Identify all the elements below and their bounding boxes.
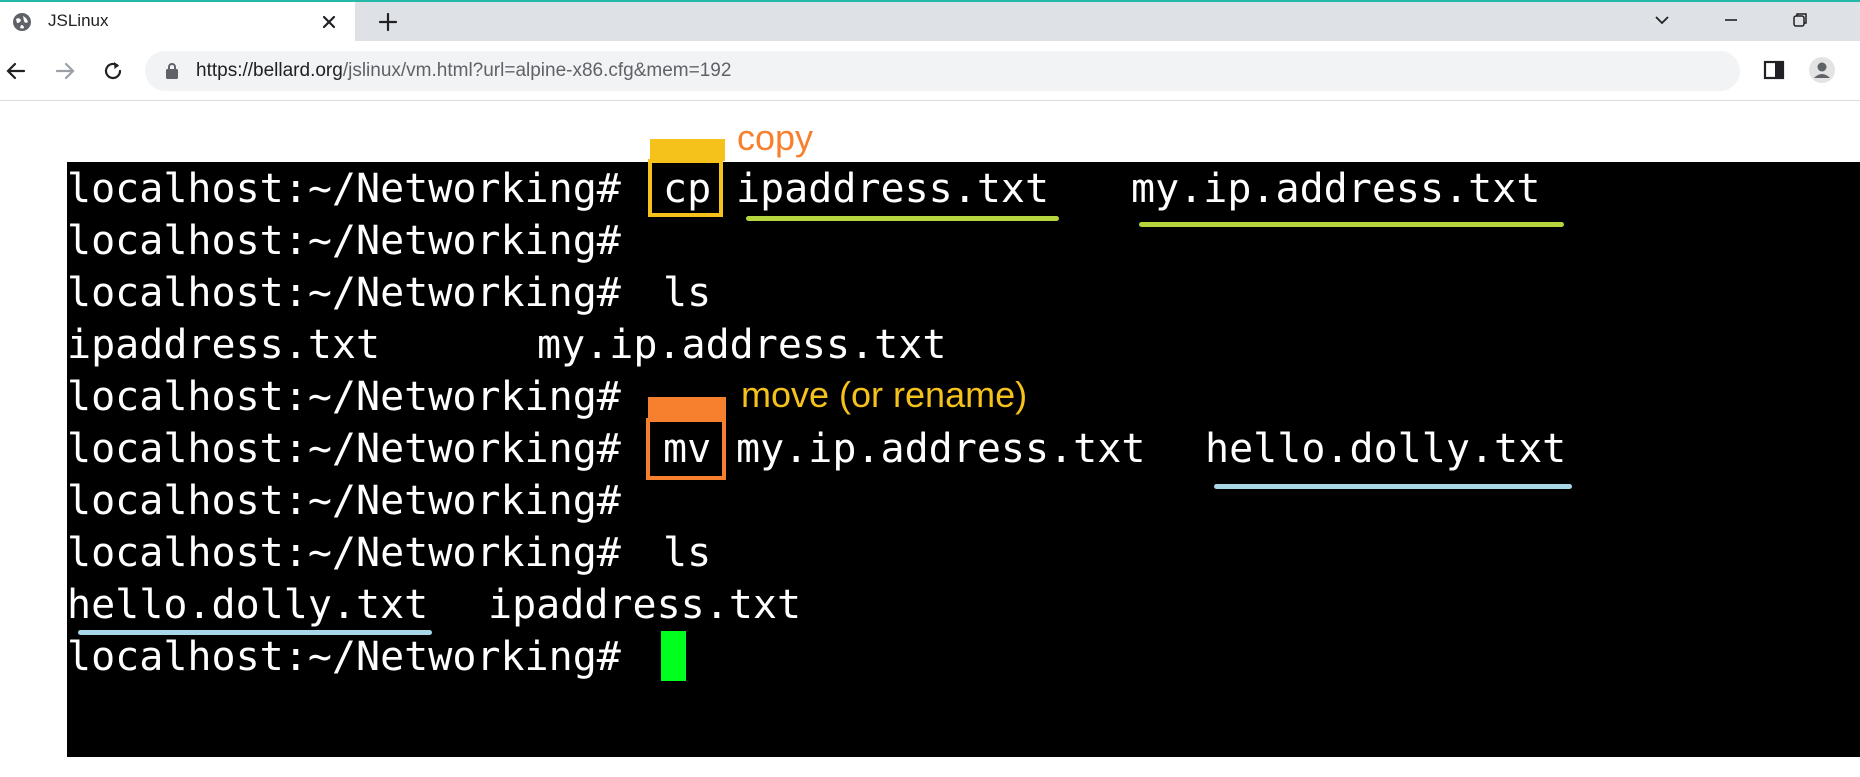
terminal-line: ipaddress.txt my.ip.address.txt xyxy=(67,321,946,369)
cp-dest-underline xyxy=(1139,222,1564,227)
terminal-line: hello.dolly.txt ipaddress.txt xyxy=(67,581,801,629)
prompt: localhost:~/Networking# xyxy=(67,166,621,212)
terminal-line: localhost:~/Networking# mv my.ip.address… xyxy=(67,425,1566,473)
copy-annotation: copy xyxy=(737,117,814,158)
restore-icon[interactable] xyxy=(1789,9,1811,31)
url-host: https://bellard.org xyxy=(196,60,343,81)
tab-strip: JSLinux xyxy=(0,0,1860,43)
mv-dest-file: hello.dolly.txt xyxy=(1205,426,1567,472)
ls-output-file: ipaddress.txt xyxy=(67,322,381,368)
cp-label-tab xyxy=(650,139,725,161)
prompt: localhost:~/Networking# xyxy=(67,478,621,524)
cp-source-underline xyxy=(746,216,1059,221)
url-text: https://bellard.org/jslinux/vm.html?url=… xyxy=(196,60,731,82)
tab-jslinux[interactable]: JSLinux xyxy=(0,2,355,43)
terminal-line: localhost:~/Networking# ls xyxy=(67,529,711,577)
cp-source-file: ipaddress.txt xyxy=(736,166,1050,212)
move-annotation: move (or rename) xyxy=(741,374,1028,415)
terminal-screen[interactable]: localhost:~/Networking# cp ipaddress.txt… xyxy=(67,162,1860,757)
prompt: localhost:~/Networking# xyxy=(67,426,621,472)
minimize-icon[interactable] xyxy=(1720,9,1742,31)
command-ls: ls xyxy=(663,530,712,576)
terminal-line: localhost:~/Networking# cp ipaddress.txt… xyxy=(67,165,1540,213)
close-icon[interactable] xyxy=(318,11,340,33)
terminal-line: localhost:~/Networking# xyxy=(67,477,621,525)
ls-output-file: ipaddress.txt xyxy=(488,582,802,628)
back-arrow-icon[interactable] xyxy=(3,58,29,84)
mv-source-file: my.ip.address.txt xyxy=(736,426,1146,472)
cp-dest-file: my.ip.address.txt xyxy=(1131,166,1541,212)
mv-highlight-box xyxy=(646,418,726,480)
url-path: /jslinux/vm.html?url=alpine-x86.cfg&mem=… xyxy=(342,60,732,81)
profile-icon[interactable] xyxy=(1808,56,1836,84)
address-bar[interactable]: https://bellard.org/jslinux/vm.html?url=… xyxy=(145,51,1740,91)
terminal-line: localhost:~/Networking# ls xyxy=(67,269,711,317)
terminal-line: localhost:~/Networking# xyxy=(67,633,621,681)
browser-toolbar: https://bellard.org/jslinux/vm.html?url=… xyxy=(0,41,1860,101)
forward-arrow-icon[interactable] xyxy=(52,58,78,84)
chevron-down-icon[interactable] xyxy=(1651,9,1673,31)
prompt: localhost:~/Networking# xyxy=(67,374,621,420)
ls-output-file: hello.dolly.txt xyxy=(67,582,429,628)
command-ls: ls xyxy=(663,270,712,316)
terminal-cursor xyxy=(661,631,686,681)
cp-highlight-box xyxy=(648,159,723,217)
terminal-line: localhost:~/Networking# xyxy=(67,217,621,265)
reload-icon[interactable] xyxy=(100,58,126,84)
prompt: localhost:~/Networking# xyxy=(67,218,621,264)
ls-output-file: my.ip.address.txt xyxy=(537,322,947,368)
mv-dest-underline xyxy=(1214,484,1572,489)
plus-icon[interactable] xyxy=(376,10,400,34)
prompt: localhost:~/Networking# xyxy=(67,270,621,316)
lock-icon[interactable] xyxy=(165,62,179,80)
prompt: localhost:~/Networking# xyxy=(67,634,621,680)
prompt: localhost:~/Networking# xyxy=(67,530,621,576)
side-panel-icon[interactable] xyxy=(1760,56,1788,84)
globe-icon xyxy=(13,13,31,31)
tab-title: JSLinux xyxy=(48,11,109,30)
terminal-line: localhost:~/Networking# xyxy=(67,373,621,421)
ls-hello-underline xyxy=(78,630,432,635)
